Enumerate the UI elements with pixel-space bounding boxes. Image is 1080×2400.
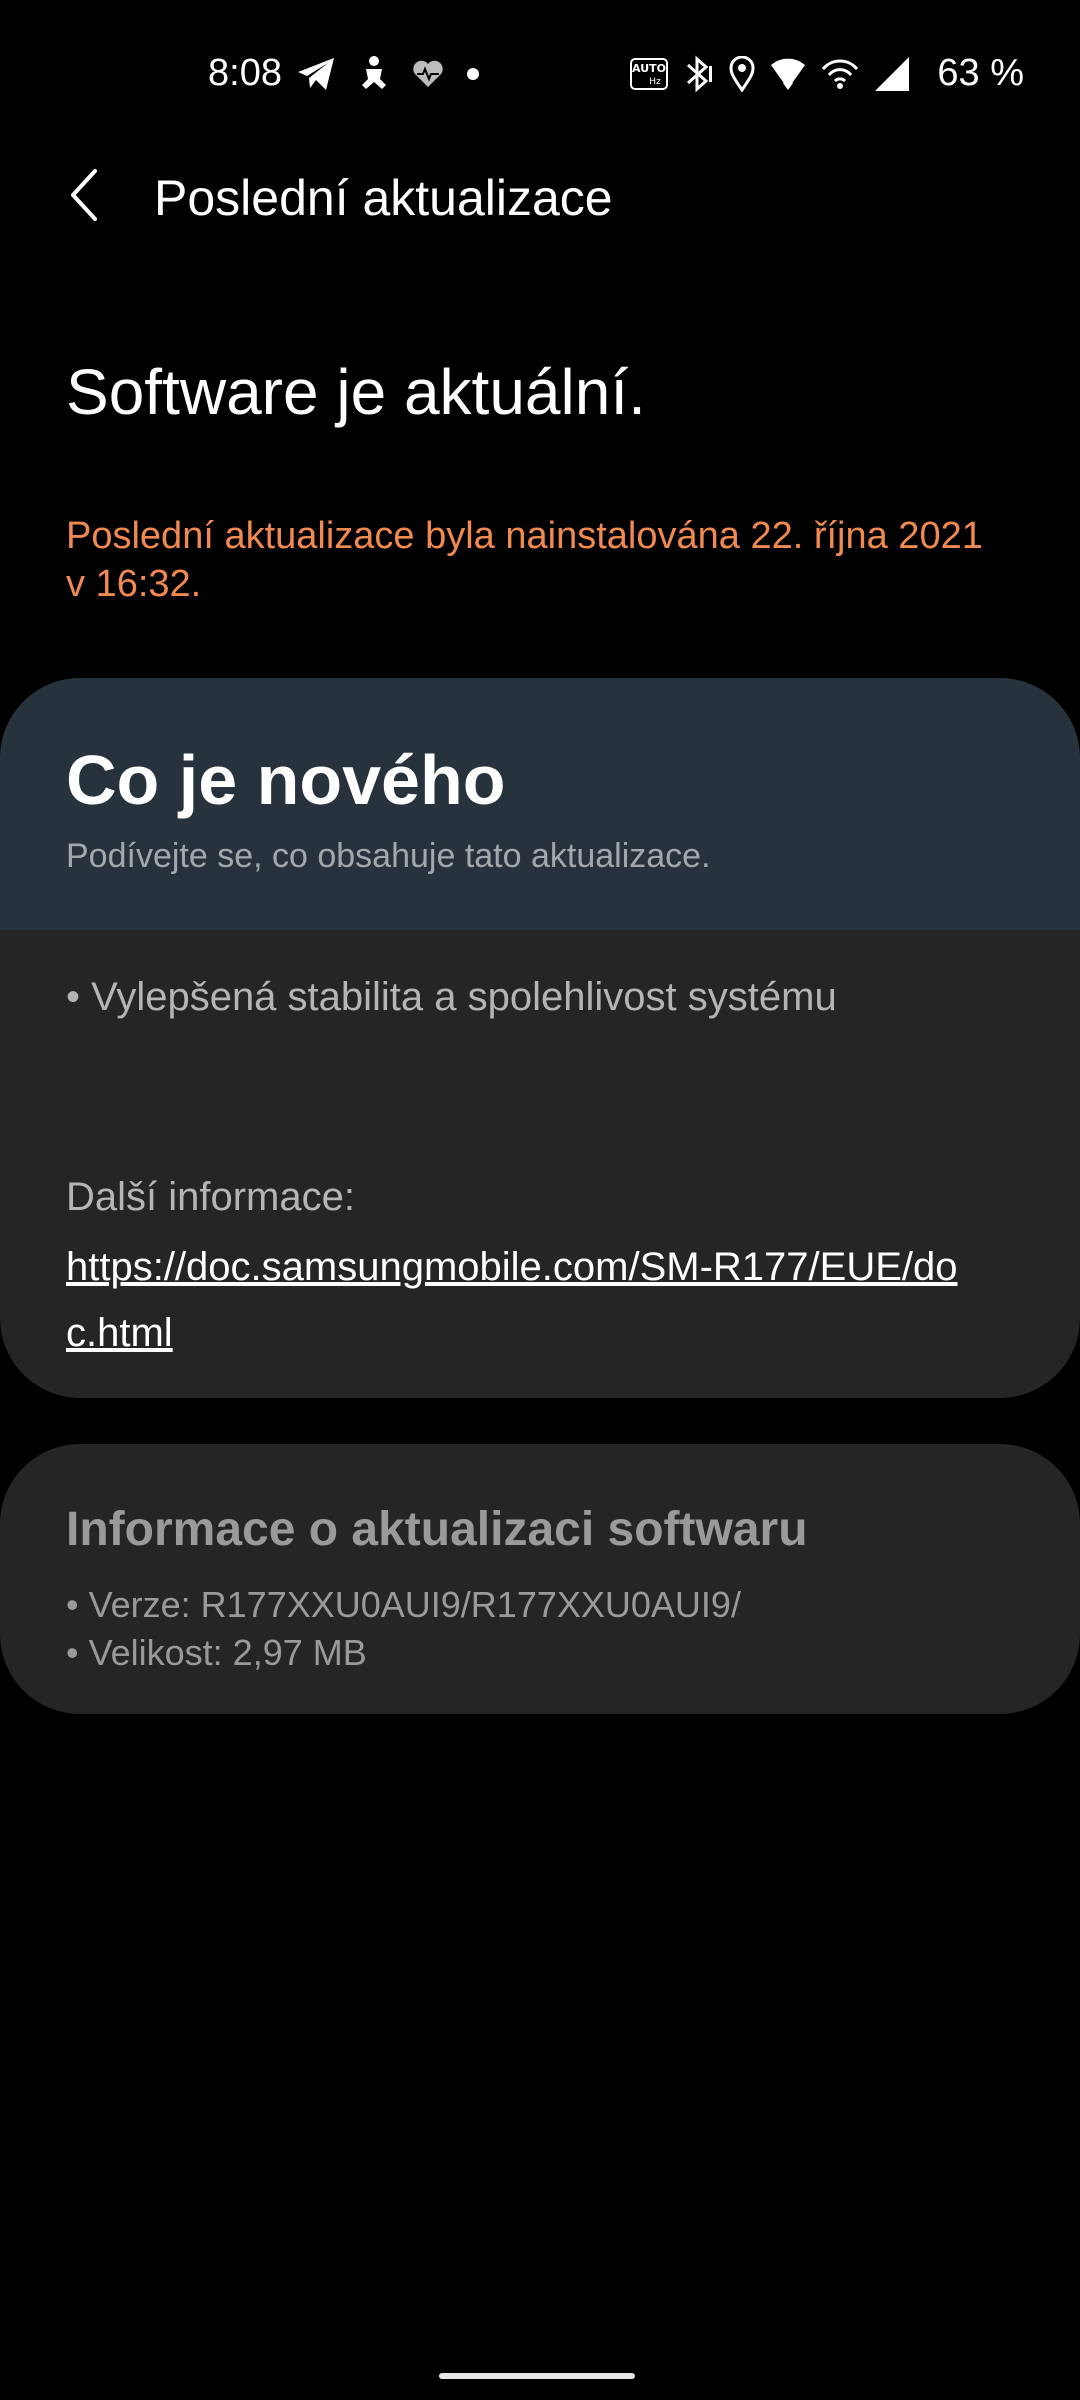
install-info-text: Poslední aktualizace byla nainstalována …	[66, 515, 983, 605]
telegram-icon	[296, 56, 336, 92]
heart-rate-icon	[412, 59, 444, 89]
whats-new-card: Co je nového Podívejte se, co obsahuje t…	[0, 678, 1080, 1398]
hotspot-icon	[820, 57, 860, 91]
software-version-line: • Verze: R177XXU0AUI9/R177XXU0AUI9/	[66, 1584, 741, 1625]
fitness-figure-icon	[358, 55, 390, 93]
whats-new-subtitle: Podívejte se, co obsahuje tato aktualiza…	[66, 837, 711, 875]
whats-new-header: Co je nového Podívejte se, co obsahuje t…	[0, 678, 1080, 930]
page-title: Poslední aktualizace	[154, 170, 613, 226]
change-list-item: • Vylepšená stabilita a spolehlivost sys…	[66, 975, 837, 1019]
software-info-title: Informace o aktualizaci softwaru	[66, 1503, 808, 1556]
status-right-icons: AUTO Hz	[630, 52, 910, 96]
software-info-card: Informace o aktualizaci softwaru • Verze…	[0, 1444, 1080, 1714]
more-info-link[interactable]: https://doc.samsungmobile.com/SM-R177/EU…	[66, 1234, 966, 1366]
svg-text:Hz: Hz	[649, 77, 661, 87]
back-button[interactable]	[50, 162, 120, 232]
status-bar: 8:08 AUTO Hz 63 %	[0, 0, 1080, 150]
notification-dot-icon	[466, 67, 480, 81]
software-size-line: • Velikost: 2,97 MB	[66, 1632, 367, 1673]
wifi-icon	[770, 57, 806, 91]
chevron-left-icon	[65, 167, 105, 228]
status-time: 8:08	[208, 52, 282, 94]
gesture-nav-handle[interactable]	[439, 2373, 635, 2379]
app-bar: Poslední aktualizace	[0, 150, 1080, 240]
auto-hz-icon: AUTO Hz	[630, 58, 668, 90]
bluetooth-icon	[682, 55, 714, 93]
status-left-icons	[296, 52, 480, 96]
battery-percentage: 63 %	[937, 52, 1024, 94]
svg-text:AUTO: AUTO	[632, 62, 666, 75]
location-icon	[728, 56, 756, 92]
whats-new-title: Co je nového	[66, 741, 506, 819]
update-status-heading: Software je aktuální.	[66, 356, 646, 428]
more-info-label: Další informace:	[66, 1175, 355, 1219]
cell-signal-icon	[874, 56, 910, 92]
